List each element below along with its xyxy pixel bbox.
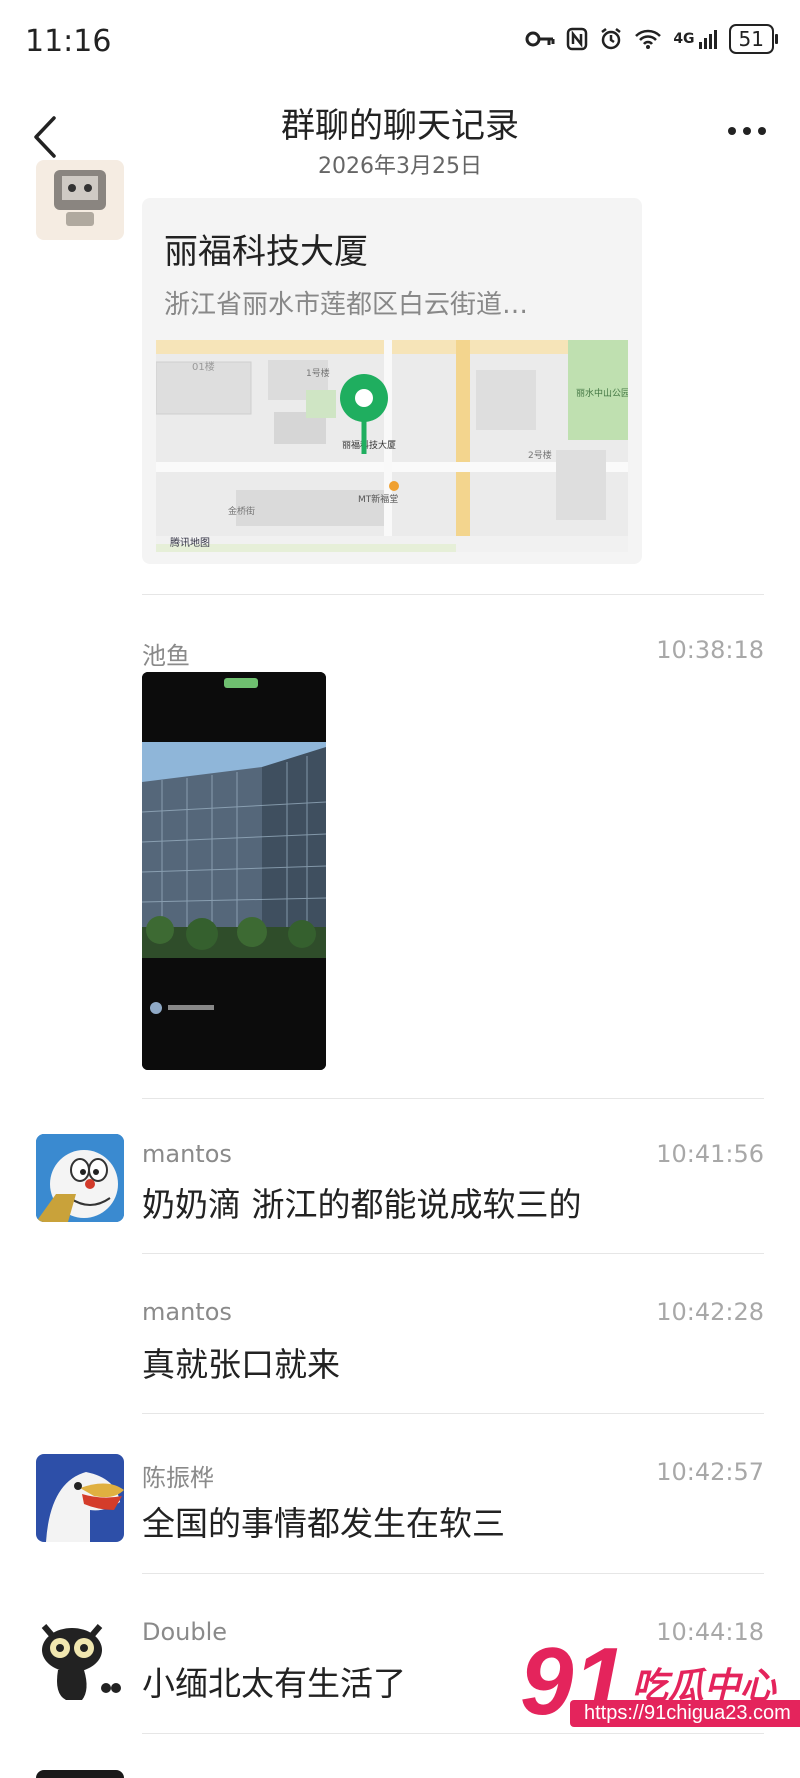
alarm-icon <box>601 28 622 50</box>
map-label: 丽福科技大厦 <box>342 439 396 451</box>
image-message[interactable] <box>142 672 326 1070</box>
watermark-url: https://91chigua23.com <box>570 1700 800 1727</box>
more-options-icon[interactable] <box>726 124 768 138</box>
map-label: 2号楼 <box>528 449 552 461</box>
divider <box>142 1413 764 1414</box>
map-drawing: 01楼 1号楼 2号楼 丽水中山公园 丽福科技大厦 MT新福堂 金桥街 腾讯地图 <box>156 340 628 552</box>
page-title: 群聊的聊天记录 <box>281 106 519 146</box>
signal-icon <box>698 30 717 49</box>
divider <box>142 1573 764 1574</box>
message-time: 10:42:28 <box>656 1298 764 1326</box>
avatar[interactable] <box>36 160 124 240</box>
key-icon <box>525 31 555 47</box>
sender-name: Double <box>142 1618 228 1646</box>
sender-name: 陈振桦 <box>142 1464 214 1492</box>
divider <box>142 1253 764 1254</box>
message-time: 10:38:18 <box>656 636 764 664</box>
map-label: 01楼 <box>192 360 215 373</box>
avatar-image <box>36 1614 124 1702</box>
watermark-logo: 91 吃瓜中心 <box>520 1622 800 1762</box>
battery-indicator: 51 <box>728 24 779 54</box>
message-text: 全国的事情都发生在软三 <box>142 1504 505 1543</box>
map-label: 1号楼 <box>306 367 330 379</box>
avatar-image <box>36 1454 124 1542</box>
sender-name: mantos <box>142 1140 232 1168</box>
wifi-icon <box>635 29 662 49</box>
message-time: 10:41:56 <box>656 1140 764 1168</box>
network-type: 4G <box>673 31 695 47</box>
location-name: 丽福科技大厦 <box>164 232 368 272</box>
message-text: 奶奶滴 浙江的都能说成软三的 <box>142 1185 582 1224</box>
avatar[interactable] <box>36 1614 124 1702</box>
message-text: 真就张口就来 <box>142 1345 340 1384</box>
watermark-graphic: 91 吃瓜中心 <box>520 1628 777 1735</box>
status-icons: 4G 51 <box>525 24 779 54</box>
map-attribution: 腾讯地图 <box>170 536 210 549</box>
divider <box>142 594 764 595</box>
building-photo <box>142 672 326 1070</box>
sender-name: 池鱼 <box>142 642 190 670</box>
location-card[interactable]: 丽福科技大厦 浙江省丽水市莲都区白云街道… 01楼 1号楼 2号楼 丽水中山公园… <box>142 198 642 564</box>
avatar-image <box>36 1134 124 1222</box>
nfc-icon <box>567 27 588 51</box>
location-map[interactable]: 01楼 1号楼 2号楼 丽水中山公园 丽福科技大厦 MT新福堂 金桥街 腾讯地图 <box>156 340 628 552</box>
status-time: 11:16 <box>25 24 112 59</box>
map-label: MT新福堂 <box>358 493 398 505</box>
avatar[interactable] <box>36 1134 124 1222</box>
sender-name: mantos <box>142 1298 232 1326</box>
avatar[interactable] <box>36 1454 124 1542</box>
map-label: 丽水中山公园 <box>576 387 628 399</box>
avatar[interactable] <box>36 1770 124 1778</box>
divider <box>142 1098 764 1099</box>
location-address: 浙江省丽水市莲都区白云街道… <box>164 290 529 320</box>
message-time: 10:42:57 <box>656 1458 764 1486</box>
map-label: 金桥街 <box>228 505 255 517</box>
avatar-image <box>54 170 106 226</box>
message-text: 小缅北太有生活了 <box>142 1664 406 1703</box>
